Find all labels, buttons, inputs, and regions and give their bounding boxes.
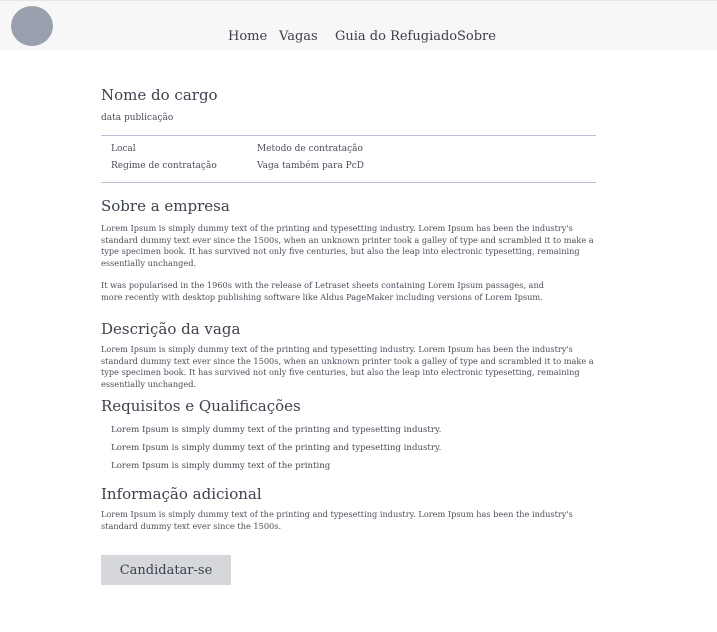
publish-date: data publicação xyxy=(101,113,174,123)
adicional-paragraph: Lorem Ipsum is simply dummy text of the … xyxy=(101,509,573,531)
nav-home[interactable]: Home xyxy=(228,29,267,44)
divider-bottom xyxy=(101,182,596,183)
requisito-item: Lorem Ipsum is simply dummy text of the … xyxy=(111,461,331,471)
nav-guia-do-refugiado[interactable]: Guia do Refugiado xyxy=(335,29,457,44)
nav-sobre[interactable]: Sobre xyxy=(457,29,496,44)
requisito-item: Lorem Ipsum is simply dummy text of the … xyxy=(111,425,442,435)
section-heading-adicional: Informação adicional xyxy=(101,485,262,503)
section-heading-requisitos: Requisitos e Qualificações xyxy=(101,397,301,415)
divider-top xyxy=(101,135,596,136)
requisito-item: Lorem Ipsum is simply dummy text of the … xyxy=(111,443,442,453)
top-navbar: Home Vagas Guia do Refugiado Sobre xyxy=(0,0,717,50)
main-nav: Home Vagas Guia do Refugiado Sobre xyxy=(0,29,717,45)
empresa-paragraph-1: Lorem Ipsum is simply dummy text of the … xyxy=(101,223,594,268)
detail-regime: Regime de contratação xyxy=(111,161,217,171)
section-heading-empresa: Sobre a empresa xyxy=(101,197,230,215)
detail-pcd: Vaga também para PcD xyxy=(257,161,364,171)
empresa-paragraph-2: It was popularised in the 1960s with the… xyxy=(101,280,544,302)
job-title: Nome do cargo xyxy=(101,86,218,104)
section-heading-descricao: Descrição da vaga xyxy=(101,320,241,338)
detail-metodo: Metodo de contratação xyxy=(257,144,363,154)
apply-button[interactable]: Candidatar-se xyxy=(101,555,231,585)
nav-vagas[interactable]: Vagas xyxy=(279,29,318,44)
descricao-paragraph: Lorem Ipsum is simply dummy text of the … xyxy=(101,344,594,389)
detail-local: Local xyxy=(111,144,136,154)
